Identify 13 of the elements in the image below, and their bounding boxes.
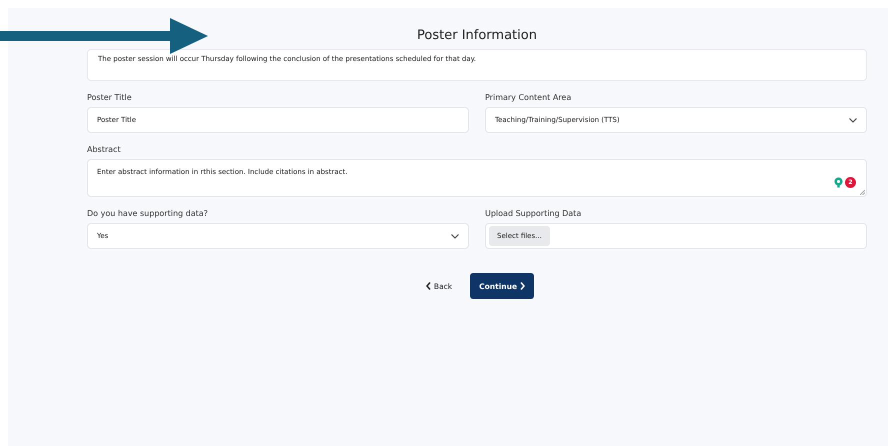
field-label: Upload Supporting Data: [485, 209, 582, 218]
field-label: Abstract: [87, 145, 122, 154]
field-label: Do you have supporting data?: [87, 209, 209, 218]
field-label: Poster Title: [87, 93, 133, 102]
chevron-down-icon: [451, 234, 459, 238]
chevron-right-icon: [520, 282, 526, 290]
field-label: Primary Content Area: [485, 93, 572, 102]
arrow-icon: [0, 18, 208, 56]
page-title: Poster Information: [416, 28, 538, 43]
chevron-left-icon: [426, 282, 431, 290]
chevron-down-icon: [849, 118, 857, 122]
resize-grip-icon: [860, 190, 865, 195]
lightbulb-icon: [834, 177, 843, 188]
